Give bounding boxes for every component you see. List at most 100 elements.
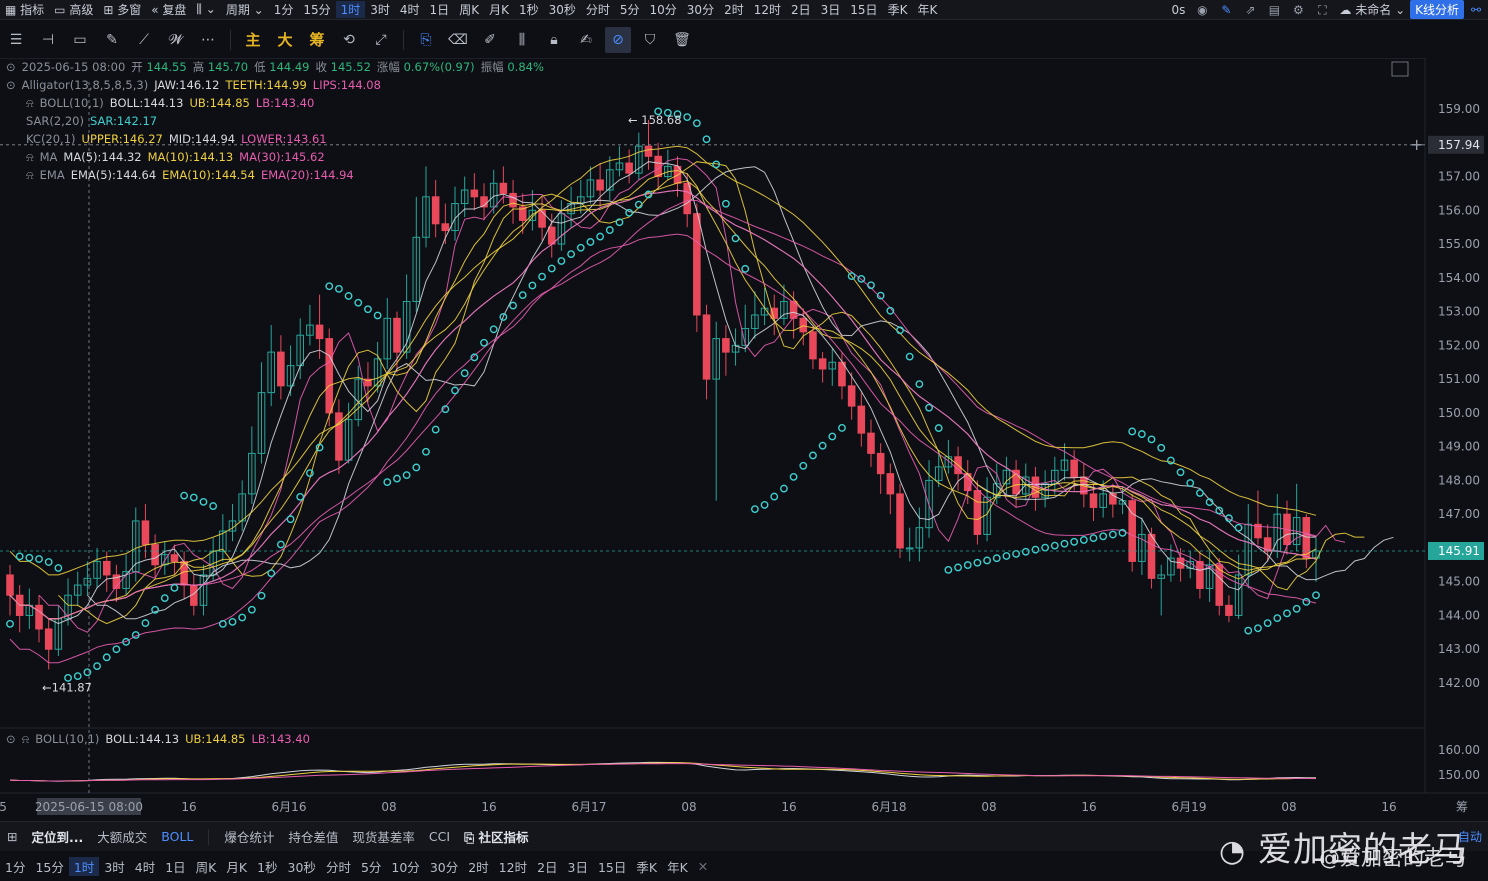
tab-cci[interactable]: CCI bbox=[422, 829, 457, 844]
replay-menu[interactable]: « 复盘 bbox=[146, 1, 191, 18]
period-bottom-16[interactable]: 2日 bbox=[532, 857, 562, 876]
period-top-18[interactable]: 15日 bbox=[845, 1, 882, 18]
filter-icon[interactable]: ⛉ bbox=[637, 27, 663, 53]
candle-type-menu[interactable]: ⫼ ⌄ bbox=[191, 2, 220, 17]
sar-dot-119 bbox=[1157, 443, 1166, 452]
horizontal-line-icon[interactable]: ⊣ bbox=[35, 27, 61, 53]
main-indicator-button[interactable]: 主 bbox=[240, 27, 266, 53]
period-top-3[interactable]: 3时 bbox=[365, 1, 395, 18]
candles-icon[interactable]: ⫼ bbox=[509, 27, 535, 53]
period-top-6[interactable]: 周K bbox=[454, 1, 484, 18]
share-link-icon[interactable]: ⚯ bbox=[1469, 3, 1483, 17]
period-bottom-6[interactable]: 周K bbox=[191, 857, 222, 876]
period-bottom-12[interactable]: 10分 bbox=[386, 857, 424, 876]
period-top-16[interactable]: 2日 bbox=[786, 1, 816, 18]
tab-basis[interactable]: 现货基差率 bbox=[345, 827, 422, 846]
period-bottom-20[interactable]: 年K bbox=[662, 857, 693, 876]
bell-icon[interactable]: ⍾ bbox=[26, 94, 34, 112]
trend-line-icon[interactable]: ⟋ bbox=[131, 27, 157, 53]
more-icon[interactable]: ⋯ bbox=[195, 27, 221, 53]
tab-big-trade[interactable]: 大额成交 bbox=[90, 827, 154, 846]
period-menu[interactable]: 周期 ⌄ bbox=[221, 1, 269, 18]
cloud-layout-menu[interactable]: ☁ 未命名 ⌄ bbox=[1334, 1, 1410, 18]
measure-icon[interactable]: ⤢ bbox=[368, 27, 394, 53]
auto-label[interactable]: 自动 bbox=[1458, 828, 1482, 845]
period-top-20[interactable]: 年K bbox=[912, 1, 942, 18]
period-bottom-18[interactable]: 15日 bbox=[593, 857, 631, 876]
period-bottom-7[interactable]: 月K bbox=[221, 857, 252, 876]
bell-icon[interactable]: ⍾ bbox=[22, 730, 30, 748]
period-top-13[interactable]: 30分 bbox=[682, 1, 719, 18]
collapse-icon[interactable]: ⊙ bbox=[6, 730, 16, 748]
period-top-5[interactable]: 1日 bbox=[425, 1, 455, 18]
lock-icon[interactable]: 🔒︎ bbox=[541, 27, 567, 53]
period-bottom-0[interactable]: 1分 bbox=[0, 857, 30, 876]
period-top-2[interactable]: 1时 bbox=[335, 1, 366, 18]
bell-icon[interactable]: ⍾ bbox=[26, 166, 34, 184]
tab-liquidation[interactable]: 爆仓统计 bbox=[217, 827, 281, 846]
chip-button[interactable]: 筹 bbox=[304, 27, 330, 53]
period-bottom-9[interactable]: 30秒 bbox=[283, 857, 321, 876]
period-top-1[interactable]: 15分 bbox=[298, 1, 335, 18]
period-top-11[interactable]: 5分 bbox=[615, 1, 645, 18]
tab-open-interest[interactable]: 持仓差值 bbox=[281, 827, 345, 846]
share-icon[interactable]: ⇗ bbox=[1243, 3, 1257, 17]
collapse-icon[interactable]: ⊙ bbox=[6, 58, 16, 76]
kline-analysis-button[interactable]: K线分析 bbox=[1410, 0, 1464, 19]
sar-dot-58 bbox=[567, 250, 575, 259]
period-bottom-8[interactable]: 1秒 bbox=[252, 857, 282, 876]
collapse-icon[interactable]: ⊙ bbox=[6, 76, 16, 94]
advanced-menu[interactable]: ▭ 高级 bbox=[49, 1, 98, 18]
fullscreen-icon[interactable]: ⛶ bbox=[1315, 3, 1329, 17]
period-top-4[interactable]: 4时 bbox=[395, 1, 425, 18]
layout-icon[interactable]: ▤ bbox=[1267, 3, 1281, 17]
wave-icon[interactable]: 𝓦 bbox=[163, 27, 189, 53]
period-bottom-13[interactable]: 30分 bbox=[425, 857, 463, 876]
menu-icon[interactable]: ☰ bbox=[3, 27, 29, 53]
bell-icon[interactable]: ⍾ bbox=[26, 148, 34, 166]
tab-community[interactable]: ⎘ 社区指标 bbox=[457, 827, 535, 846]
period-top-8[interactable]: 1秒 bbox=[514, 1, 544, 18]
period-bottom-5[interactable]: 1日 bbox=[160, 857, 190, 876]
period-top-19[interactable]: 季K bbox=[883, 1, 913, 18]
replay-tool-icon[interactable]: ⟲ bbox=[336, 27, 362, 53]
camera-icon[interactable]: ◉ bbox=[1195, 3, 1209, 17]
indicator-menu[interactable]: ▦ 指标 bbox=[0, 1, 49, 18]
big-order-button[interactable]: 大 bbox=[272, 27, 298, 53]
period-bottom-11[interactable]: 5分 bbox=[356, 857, 386, 876]
locate-button[interactable]: 定位到... bbox=[24, 827, 90, 846]
period-bottom-4[interactable]: 4时 bbox=[130, 857, 160, 876]
close-icon[interactable]: ✕ bbox=[693, 859, 713, 874]
bookmark-icon[interactable]: ⎘ bbox=[413, 27, 439, 53]
highlighter-icon[interactable]: ✐ bbox=[477, 27, 503, 53]
period-bottom-19[interactable]: 季K bbox=[631, 857, 662, 876]
period-bottom-2[interactable]: 1时 bbox=[68, 856, 100, 876]
sar-dot-129 bbox=[1254, 624, 1262, 633]
period-top-12[interactable]: 10分 bbox=[645, 1, 682, 18]
settings-icon[interactable]: ⚙ bbox=[1291, 3, 1305, 17]
rectangle-icon[interactable]: ▭ bbox=[67, 27, 93, 53]
period-bottom-10[interactable]: 分时 bbox=[321, 857, 356, 876]
period-bottom-14[interactable]: 2时 bbox=[463, 857, 493, 876]
grid-toggle-icon[interactable]: ⊞ bbox=[0, 829, 24, 844]
pen-icon[interactable]: ✎ bbox=[1219, 3, 1233, 17]
magnet-icon[interactable]: ⊘ bbox=[605, 26, 631, 53]
period-bottom-3[interactable]: 3时 bbox=[99, 857, 129, 876]
period-bottom-15[interactable]: 12时 bbox=[494, 857, 532, 876]
edit-box-icon[interactable]: ✍ bbox=[573, 27, 599, 53]
period-bottom-1[interactable]: 15分 bbox=[30, 857, 68, 876]
period-top-14[interactable]: 2时 bbox=[719, 1, 749, 18]
tab-boll[interactable]: BOLL bbox=[154, 829, 200, 844]
multi-window-menu[interactable]: ⊞ 多窗 bbox=[98, 1, 146, 18]
period-top-9[interactable]: 30秒 bbox=[544, 1, 581, 18]
period-top-10[interactable]: 分时 bbox=[581, 1, 615, 18]
eraser-icon[interactable]: ⌫ bbox=[445, 27, 471, 53]
trash-icon[interactable]: 🗑︎ bbox=[669, 27, 695, 53]
period-bottom-17[interactable]: 3日 bbox=[563, 857, 593, 876]
period-top-0[interactable]: 1分 bbox=[269, 1, 299, 18]
period-top-7[interactable]: 月K bbox=[484, 1, 514, 18]
period-top-17[interactable]: 3日 bbox=[816, 1, 846, 18]
brush-icon[interactable]: ✎ bbox=[99, 27, 125, 53]
sar-dot-34 bbox=[335, 285, 343, 293]
period-top-15[interactable]: 12时 bbox=[749, 1, 786, 18]
